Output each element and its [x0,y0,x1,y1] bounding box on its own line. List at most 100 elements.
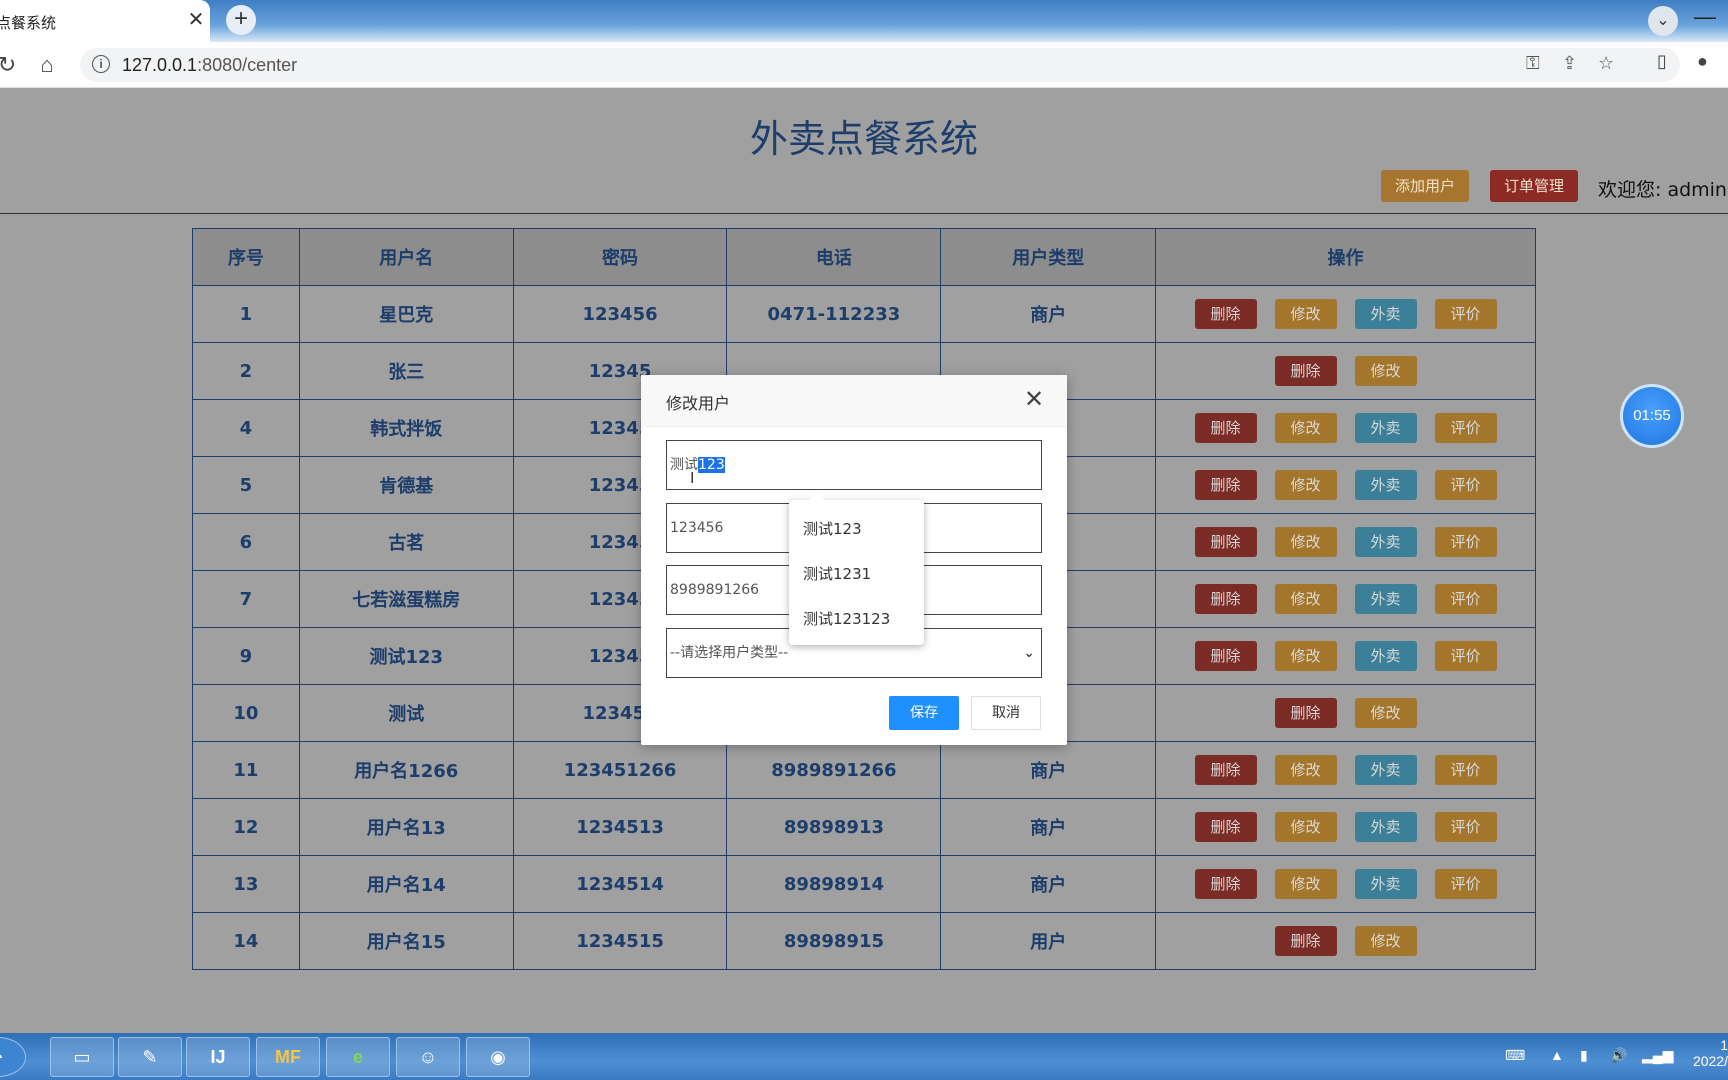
new-tab-button[interactable]: + [226,5,256,35]
volume-icon[interactable]: 🔊 [1610,1047,1627,1064]
takeout-button[interactable]: 外卖 [1354,812,1417,842]
row-id: 9 [192,627,300,685]
share-icon[interactable]: ⇪ [1562,53,1577,74]
add-user-button[interactable]: 添加用户 [1381,170,1469,202]
column-header: 密码 [512,228,728,286]
delete-button[interactable]: 删除 [1194,470,1257,500]
row-username: 用户名14 [298,855,514,913]
taskbar-app-notepad-icon[interactable]: ✎ [118,1037,182,1077]
clock[interactable]: 1 2022/ [1680,1037,1728,1069]
browser-tab[interactable]: 点餐系统 ✕ [0,0,210,42]
taskbar-app-ie-icon[interactable]: e [326,1037,390,1077]
rate-button[interactable]: 评价 [1434,413,1497,443]
row-phone: 0471-112233 [726,285,942,343]
header-divider [0,213,1728,214]
takeout-button[interactable]: 外卖 [1354,527,1417,557]
delete-button[interactable]: 删除 [1274,926,1337,956]
keyboard-icon[interactable]: ⌨ [1505,1047,1525,1064]
rate-button[interactable]: 评价 [1434,869,1497,899]
takeout-button[interactable]: 外卖 [1354,755,1417,785]
delete-button[interactable]: 删除 [1194,755,1257,785]
edit-button[interactable]: 修改 [1354,926,1417,956]
rate-button[interactable]: 评价 [1434,299,1497,329]
taskbar-app-pictures-icon[interactable]: ▭ [50,1037,114,1077]
info-icon[interactable]: i [92,55,110,73]
delete-button[interactable]: 删除 [1194,527,1257,557]
battery-icon[interactable]: ▮ [1580,1047,1588,1064]
row-phone: 89898915 [726,912,942,970]
autocomplete-option[interactable]: 测试123123 [803,608,890,629]
chevron-down-icon[interactable]: ⌄ [1648,6,1678,36]
rate-button[interactable]: 评价 [1434,470,1497,500]
row-id: 11 [192,741,300,799]
edit-button[interactable]: 修改 [1354,356,1417,386]
delete-button[interactable]: 删除 [1274,356,1337,386]
delete-button[interactable]: 删除 [1194,641,1257,671]
delete-button[interactable]: 删除 [1194,413,1257,443]
order-manage-button[interactable]: 订单管理 [1490,170,1578,202]
row-user-type: 商户 [940,798,1157,856]
autocomplete-option[interactable]: 测试123 [803,518,862,539]
home-icon[interactable]: ⌂ [34,52,60,78]
edit-button[interactable]: 修改 [1274,869,1337,899]
delete-button[interactable]: 删除 [1194,584,1257,614]
delete-button[interactable]: 删除 [1194,812,1257,842]
tray-arrow-icon[interactable]: ▲ [1550,1047,1564,1063]
address-bar[interactable]: i 127.0.0.1:8080/center ⚿ ⇪ ☆ [80,48,1680,82]
row-id: 12 [192,798,300,856]
profile-icon[interactable]: ● [1697,51,1708,72]
page-title: 外卖点餐系统 [749,117,978,161]
row-actions: 删除 修改 外卖 评价 [1155,456,1536,514]
minimize-icon[interactable]: — [1694,4,1716,30]
username-field[interactable]: 测试123 [666,440,1042,490]
timer-badge[interactable]: 01:55 [1620,384,1684,448]
row-password: 123456 [512,285,728,343]
close-icon[interactable]: ✕ [1024,385,1044,413]
taskbar: ◔ ▭ ✎ IJ MF e ☺ ◉ ⌨ ▲ ▮ 🔊 ▂▄▆ 1 2022/ [0,1033,1728,1080]
reload-icon[interactable]: ↻ [0,52,20,78]
rate-button[interactable]: 评价 [1434,527,1497,557]
taskbar-app-chrome-icon[interactable]: ◉ [466,1037,530,1077]
row-username: 测试 [298,684,514,742]
takeout-button[interactable]: 外卖 [1354,413,1417,443]
rate-button[interactable]: 评价 [1434,641,1497,671]
edit-button[interactable]: 修改 [1274,413,1337,443]
edit-button[interactable]: 修改 [1274,584,1337,614]
rate-button[interactable]: 评价 [1434,812,1497,842]
delete-button[interactable]: 删除 [1194,299,1257,329]
edit-button[interactable]: 修改 [1274,299,1337,329]
delete-button[interactable]: 删除 [1274,698,1337,728]
rate-button[interactable]: 评价 [1434,755,1497,785]
dialog-title: 修改用户 [666,394,731,413]
edit-button[interactable]: 修改 [1274,470,1337,500]
row-id: 14 [192,912,300,970]
taskbar-app-mf-icon[interactable]: MF [256,1037,320,1077]
star-icon[interactable]: ☆ [1598,53,1614,74]
edit-button[interactable]: 修改 [1354,698,1417,728]
takeout-button[interactable]: 外卖 [1354,641,1417,671]
autocomplete-option[interactable]: 测试1231 [803,563,871,584]
takeout-button[interactable]: 外卖 [1354,470,1417,500]
row-id: 5 [192,456,300,514]
taskbar-app-intellij-icon[interactable]: IJ [186,1037,250,1077]
url-text: 127.0.0.1:8080/center [122,55,298,75]
rate-button[interactable]: 评价 [1434,584,1497,614]
network-icon[interactable]: ▂▄▆ [1642,1047,1673,1064]
takeout-button[interactable]: 外卖 [1354,299,1417,329]
edit-button[interactable]: 修改 [1274,812,1337,842]
close-icon[interactable]: ✕ [184,8,208,32]
edit-button[interactable]: 修改 [1274,641,1337,671]
side-panel-icon[interactable]: ▯ [1657,51,1667,72]
takeout-button[interactable]: 外卖 [1354,584,1417,614]
row-actions: 删除 修改 外卖 评价 [1155,513,1536,571]
key-icon[interactable]: ⚿ [1526,53,1540,74]
taskbar-app-chat-icon[interactable]: ☺ [396,1037,460,1077]
cancel-button[interactable]: 取消 [971,696,1041,730]
takeout-button[interactable]: 外卖 [1354,869,1417,899]
tab-title: 点餐系统 [0,15,57,32]
delete-button[interactable]: 删除 [1194,869,1257,899]
edit-button[interactable]: 修改 [1274,527,1337,557]
save-button[interactable]: 保存 [889,696,959,730]
start-button[interactable]: ◔ [0,1037,26,1077]
edit-button[interactable]: 修改 [1274,755,1337,785]
